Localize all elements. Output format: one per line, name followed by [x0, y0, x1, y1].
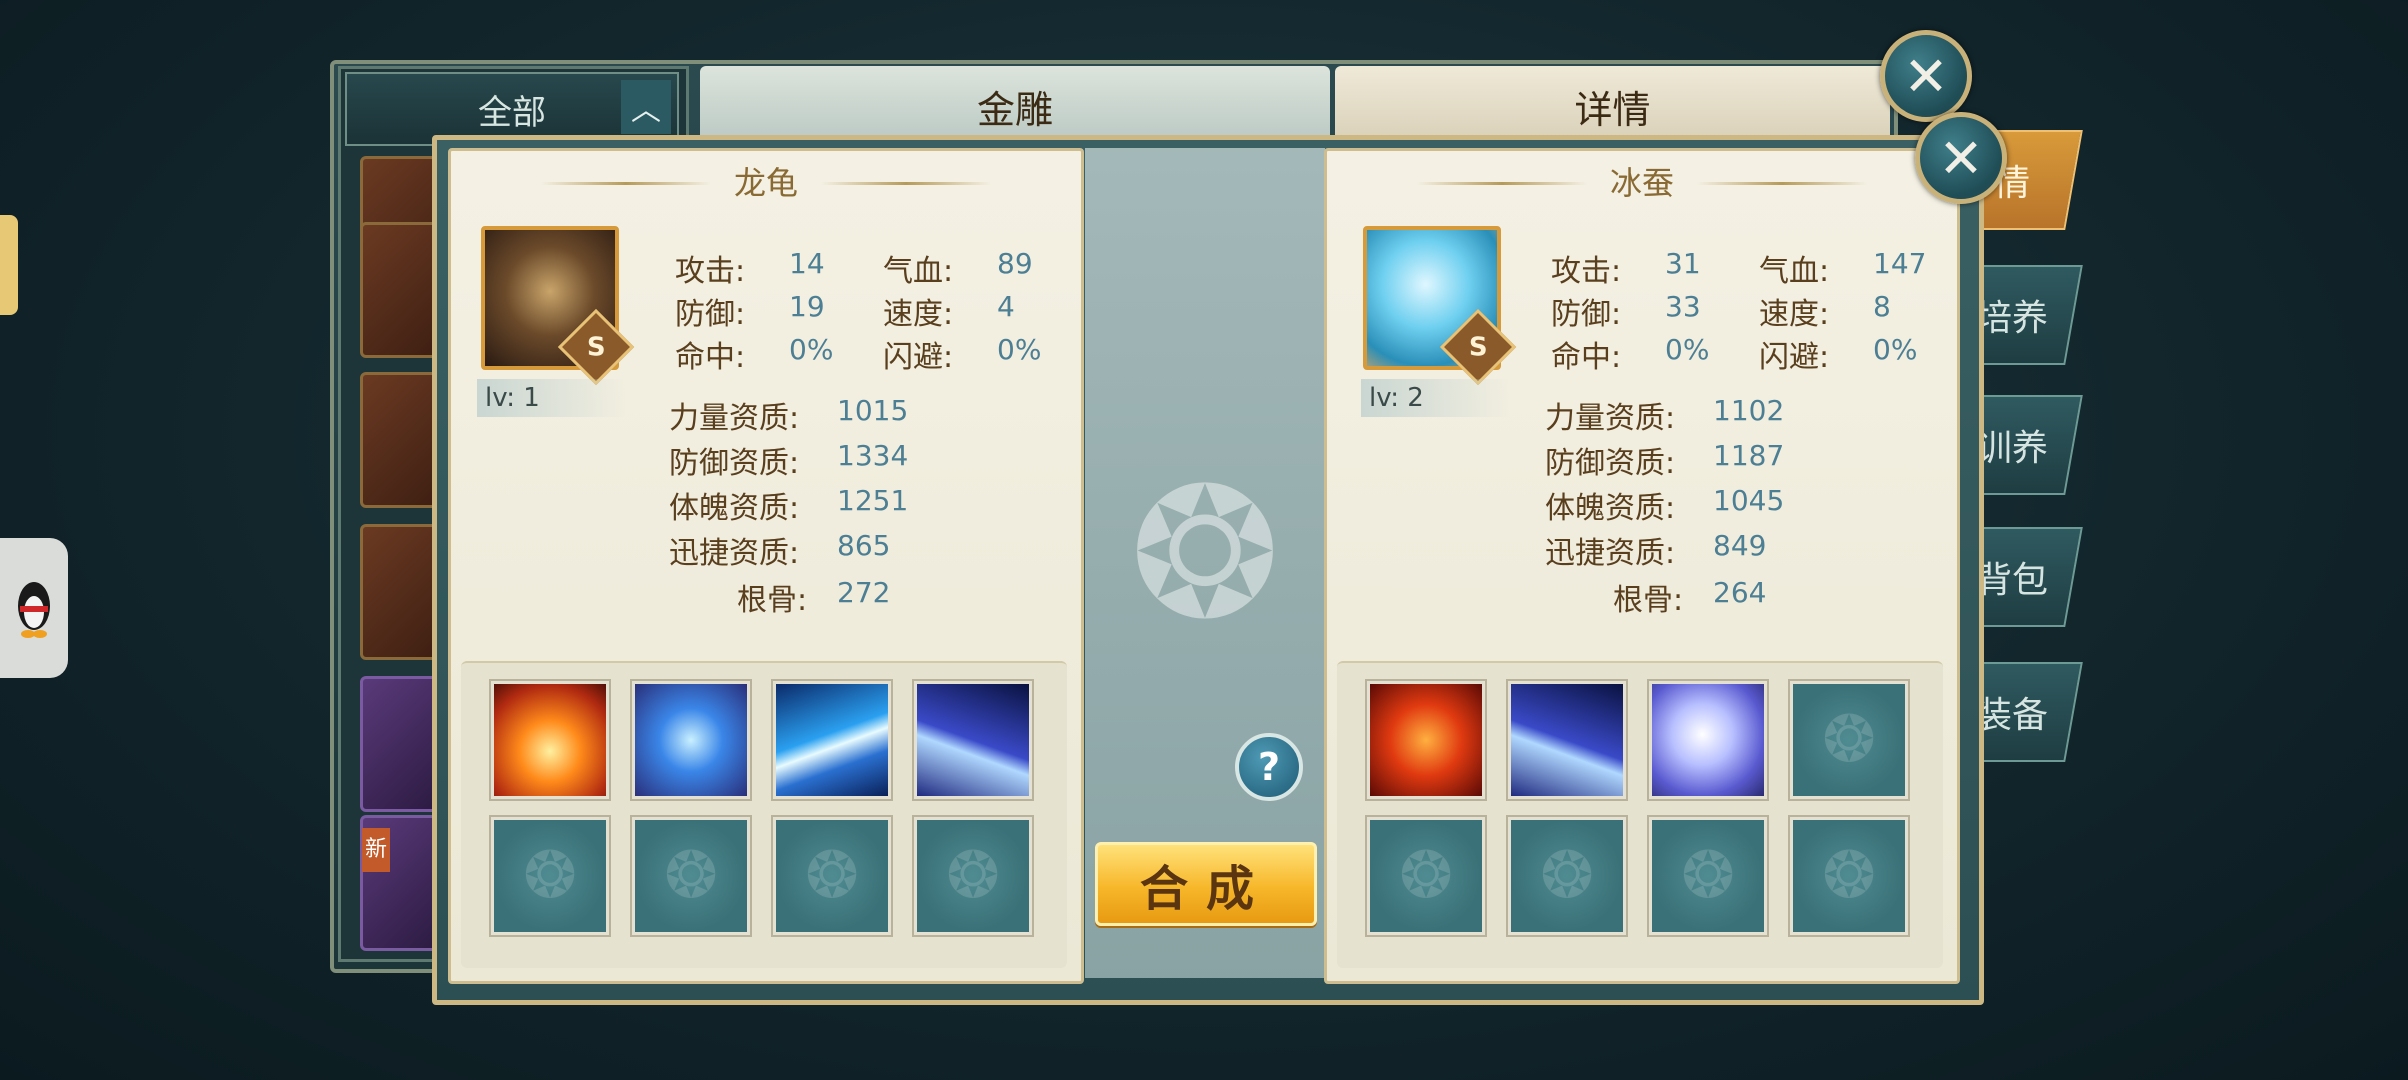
pet-level: lv: 1: [477, 379, 625, 417]
qq-float-button[interactable]: [0, 538, 68, 678]
fire-skill-icon[interactable]: [491, 681, 609, 799]
close-icon: ✕: [1903, 44, 1949, 108]
stat-label: 闪避:: [1759, 340, 1830, 375]
aptitude-label: 力量资质:: [669, 401, 800, 436]
question-icon: ?: [1257, 745, 1281, 789]
flame-skill-icon[interactable]: [1367, 681, 1485, 799]
skills-grid: ❂ ❂ ❂ ❂ ❂: [1337, 661, 1943, 968]
aptitude-value: 1045: [1713, 484, 1785, 517]
stat-label: 命中:: [1551, 340, 1622, 375]
aptitude-label: 迅捷资质:: [669, 536, 800, 571]
grade-badge: S: [1439, 308, 1517, 386]
filter-label: 全部: [478, 92, 546, 133]
aptitude-value: 1251: [837, 484, 909, 517]
wind-skill-icon[interactable]: [773, 681, 891, 799]
stat-label: 防御:: [675, 297, 746, 332]
close-icon: ✕: [1938, 126, 1984, 190]
stat-value: 89: [997, 247, 1033, 280]
aptitude-label: 防御资质:: [669, 446, 800, 481]
grade-badge: S: [557, 308, 635, 386]
details-header: 详情: [1335, 66, 1890, 146]
right-pet-panel: 冰蚕 S lv: 2 攻击: 31 气血: 147 防御: 33 速度: 8 命…: [1324, 148, 1960, 984]
shield-skill-icon[interactable]: [632, 681, 750, 799]
aptitude-value: 849: [1713, 529, 1767, 562]
stat-value: 4: [997, 290, 1015, 323]
aptitude-value: 1015: [837, 394, 909, 427]
stat-value: 14: [789, 247, 825, 280]
aptitude-value: 865: [837, 529, 891, 562]
side-drawer-tab[interactable]: [0, 215, 18, 315]
stat-label: 命中:: [675, 340, 746, 375]
empty-skill-slot: ❂: [914, 817, 1032, 935]
aptitude-label: 体魄资质:: [1545, 491, 1676, 526]
claw-skill-icon[interactable]: [914, 681, 1032, 799]
aptitude-label: 根骨:: [1613, 583, 1684, 618]
stat-label: 速度:: [1759, 297, 1830, 332]
stat-value: 33: [1665, 290, 1701, 323]
empty-skill-slot: ❂: [1367, 817, 1485, 935]
compose-label: 合成: [1139, 861, 1272, 917]
left-pet-panel: 龙龟 S lv: 1 攻击: 14 气血: 89 防御: 19 速度: 4 命中…: [448, 148, 1084, 984]
aptitude-label: 根骨:: [737, 583, 808, 618]
aptitude-value: 272: [837, 576, 891, 609]
orb-skill-icon[interactable]: [1649, 681, 1767, 799]
aptitude-value: 1187: [1713, 439, 1785, 472]
stat-label: 气血:: [1759, 254, 1830, 289]
penguin-icon: [18, 582, 50, 638]
pet-portrait[interactable]: S: [1363, 226, 1517, 386]
aptitude-value: 1334: [837, 439, 909, 472]
empty-skill-slot: ❂: [1649, 817, 1767, 935]
claw-skill-icon[interactable]: [1508, 681, 1626, 799]
pet-name: 冰蚕: [1609, 164, 1674, 202]
empty-skill-slot: ❂: [1790, 681, 1908, 799]
empty-skill-slot: ❂: [1790, 817, 1908, 935]
stat-value: 0%: [997, 333, 1042, 366]
close-window-button[interactable]: ✕: [1880, 30, 1972, 122]
close-dialog-button[interactable]: ✕: [1915, 112, 2007, 204]
pet-name-title: 金雕: [976, 87, 1053, 132]
aptitude-label: 体魄资质:: [669, 491, 800, 526]
stat-value: 0%: [1665, 333, 1710, 366]
aptitude-label: 迅捷资质:: [1545, 536, 1676, 571]
stat-label: 防御:: [1551, 297, 1622, 332]
stat-value: 8: [1873, 290, 1891, 323]
stat-value: 0%: [789, 333, 834, 366]
aptitude-label: 防御资质:: [1545, 446, 1676, 481]
pet-name: 龙龟: [733, 164, 798, 202]
stat-value: 147: [1873, 247, 1927, 280]
empty-skill-slot: ❂: [632, 817, 750, 935]
pet-portrait[interactable]: S: [481, 226, 635, 386]
chevron-up-icon[interactable]: ︿: [621, 80, 671, 134]
empty-skill-slot: ❂: [1508, 817, 1626, 935]
stat-label: 攻击:: [1551, 254, 1622, 289]
dragon-emblem-icon: ❂: [1129, 450, 1281, 659]
aptitude-value: 264: [1713, 576, 1767, 609]
details-title: 详情: [1574, 87, 1651, 132]
stat-value: 19: [789, 290, 825, 323]
stat-label: 攻击:: [675, 254, 746, 289]
empty-skill-slot: ❂: [491, 817, 609, 935]
empty-skill-slot: ❂: [773, 817, 891, 935]
aptitude-value: 1102: [1713, 394, 1785, 427]
stat-label: 气血:: [883, 254, 954, 289]
stat-label: 闪避:: [883, 340, 954, 375]
aptitude-label: 力量资质:: [1545, 401, 1676, 436]
pet-level: lv: 2: [1361, 379, 1509, 417]
stat-value: 31: [1665, 247, 1701, 280]
help-button[interactable]: ?: [1235, 733, 1303, 801]
stat-label: 速度:: [883, 297, 954, 332]
new-badge: 新: [362, 828, 390, 872]
skills-grid: ❂ ❂ ❂ ❂: [461, 661, 1067, 968]
compose-button[interactable]: 合成: [1095, 842, 1317, 926]
stat-value: 0%: [1873, 333, 1918, 366]
